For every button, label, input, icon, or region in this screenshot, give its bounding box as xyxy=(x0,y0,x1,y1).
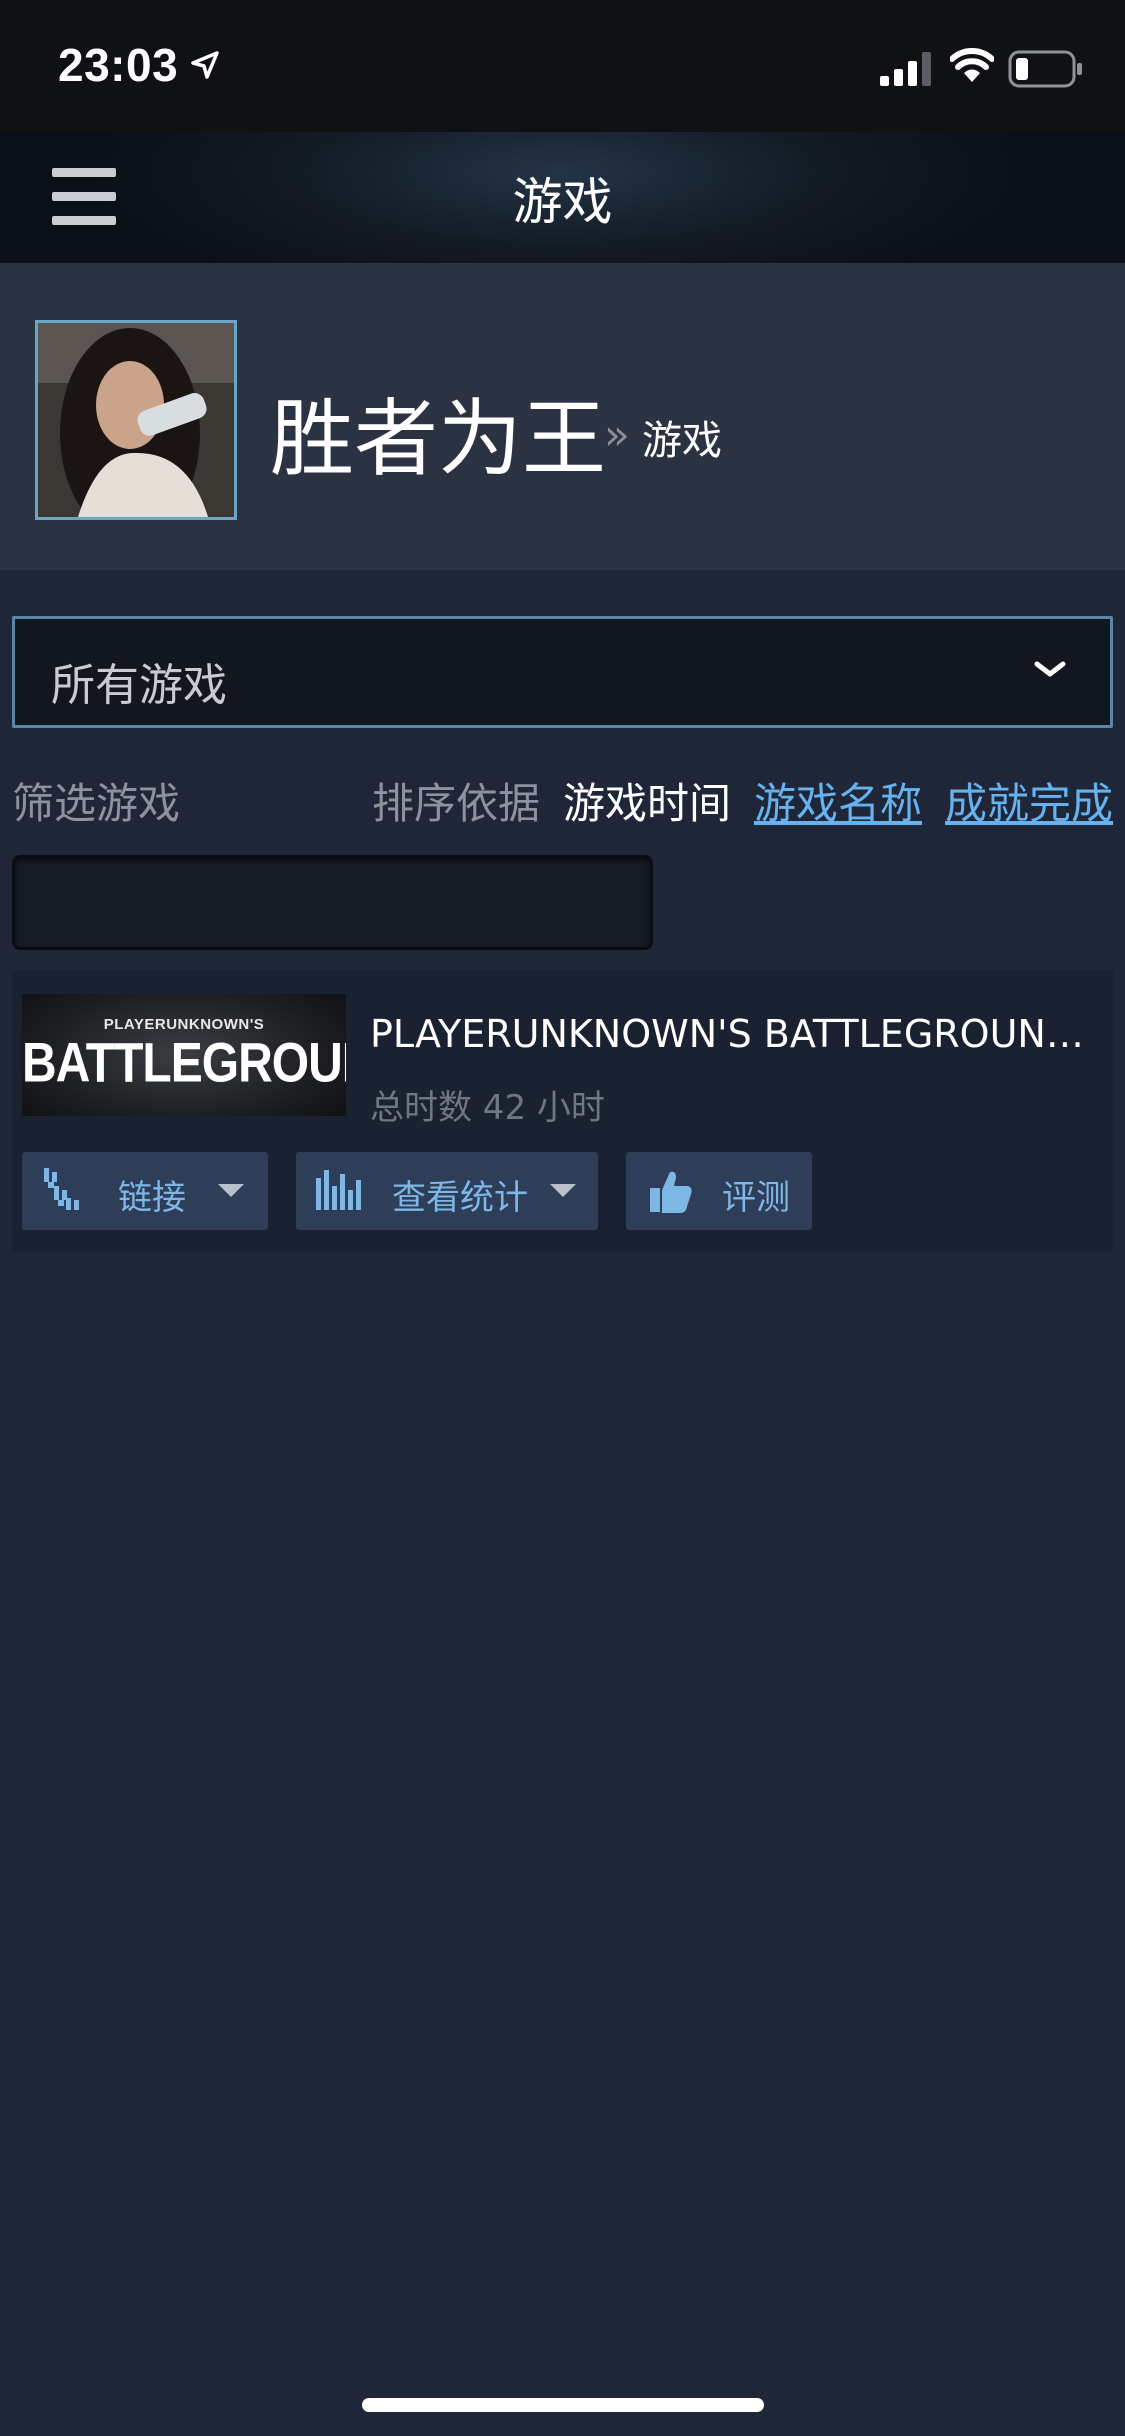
sort-option-playtime[interactable]: 游戏时间 xyxy=(563,770,731,831)
thumbnail-title: BATTLEGROUNDS xyxy=(22,1033,346,1094)
avatar[interactable] xyxy=(35,320,237,520)
status-time: 23:03 xyxy=(58,39,179,91)
chevron-down-icon xyxy=(1034,661,1066,677)
signal-icon xyxy=(880,52,931,86)
battery-icon xyxy=(1008,50,1082,88)
wifi-icon xyxy=(950,48,994,82)
game-title[interactable]: PLAYERUNKNOWN'S BATTLEGROUNDS xyxy=(370,1012,1090,1056)
home-indicator[interactable] xyxy=(362,2398,764,2412)
sort-option-name[interactable]: 游戏名称 xyxy=(754,770,922,831)
view-stats-button-label: 查看统计 xyxy=(392,1178,528,1218)
review-button-label: 评测 xyxy=(722,1178,790,1218)
breadcrumb-separator: » xyxy=(604,410,630,459)
status-bar: 23:03 xyxy=(0,0,1125,132)
caret-down-icon xyxy=(550,1184,576,1197)
sort-option-achievements[interactable]: 成就完成 xyxy=(945,770,1113,831)
caret-down-icon xyxy=(218,1184,244,1197)
games-filter-dropdown[interactable]: 所有游戏 xyxy=(12,616,1113,728)
profile-name[interactable]: 胜者为王 xyxy=(270,372,606,493)
view-stats-button[interactable]: 查看统计 xyxy=(296,1152,598,1230)
location-arrow-icon xyxy=(191,51,219,79)
thumbs-up-icon xyxy=(650,1171,692,1213)
game-thumbnail[interactable]: PLAYERUNKNOWN'S BATTLEGROUNDS xyxy=(22,994,346,1116)
sort-label: 排序依据 xyxy=(372,779,541,828)
game-playtime: 总时数 42 小时 xyxy=(370,1088,605,1128)
avatar-image xyxy=(38,323,234,517)
thumbnail-subtitle: PLAYERUNKNOWN'S xyxy=(103,1016,265,1033)
stats-bar-icon xyxy=(316,1170,361,1210)
links-button-label: 链接 xyxy=(118,1178,186,1218)
filter-label: 筛选游戏 xyxy=(12,779,181,828)
breadcrumb-current: 游戏 xyxy=(642,418,722,464)
page-title: 游戏 xyxy=(512,173,613,231)
filter-games-input[interactable] xyxy=(12,855,653,950)
dropdown-selected-value: 所有游戏 xyxy=(51,660,227,711)
links-button[interactable]: 链接 xyxy=(22,1152,268,1230)
review-button[interactable]: 评测 xyxy=(626,1152,812,1230)
links-icon xyxy=(44,1168,79,1210)
